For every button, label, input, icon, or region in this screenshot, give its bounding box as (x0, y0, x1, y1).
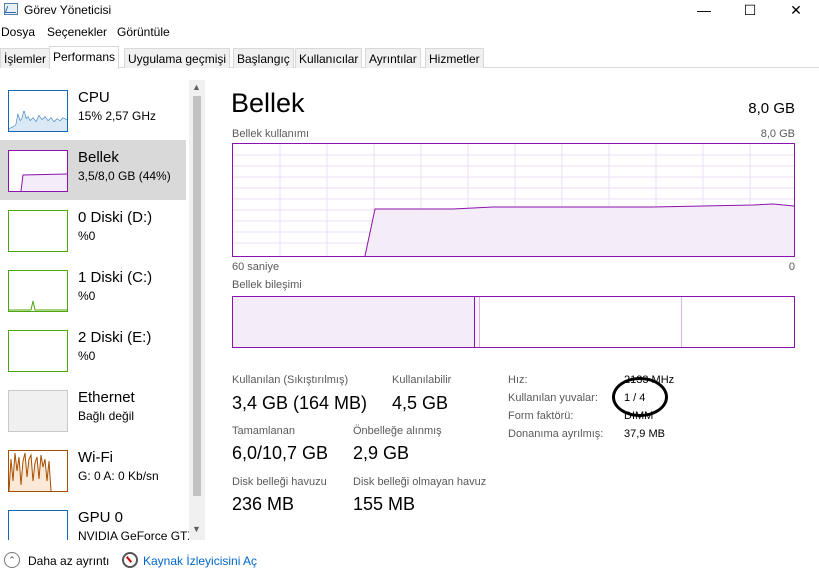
maximize-button[interactable]: ☐ (727, 0, 773, 20)
open-resource-monitor-link[interactable]: Kaynak İzleyicisini Aç (143, 554, 257, 568)
menu-view[interactable]: Görüntüle (117, 25, 170, 39)
sidebar-item-label: Wi-Fi (78, 449, 113, 466)
sidebar-item-sublabel: %0 (78, 229, 96, 243)
performance-sidebar: CPU 15% 2,57 GHz Bellek 3,5/8,0 GB (44%)… (0, 80, 205, 540)
disk-e-thumbnail-graph (8, 330, 68, 372)
committed-value: 6,0/10,7 GB (232, 443, 329, 463)
tab-performance[interactable]: Performans (49, 46, 120, 69)
sidebar-item-sublabel: Bağlı değil (78, 409, 135, 423)
memory-composition-bar (232, 296, 795, 348)
close-icon: ✕ (790, 1, 802, 18)
paged-pool-label: Disk belleği havuzu (232, 476, 327, 488)
sidebar-item-label: Bellek (78, 149, 119, 166)
menu-options[interactable]: Seçenekler (47, 25, 107, 39)
sidebar-item-label: 0 Diski (D:) (78, 209, 153, 226)
sidebar-item-gpu[interactable]: GPU 0 NVIDIA GeForce GTX (0, 500, 195, 540)
menu-file[interactable]: Dosya (1, 25, 35, 39)
memory-usage-graph-svg (233, 144, 795, 257)
ethernet-thumbnail-graph (8, 390, 68, 432)
tab-details[interactable]: Ayrıntılar (365, 48, 421, 68)
disk-c-thumbnail-graph (8, 270, 68, 312)
sidebar-item-label: 1 Diski (C:) (78, 269, 153, 286)
sidebar-item-disk-c[interactable]: 1 Diski (C:) %0 (0, 260, 186, 320)
tab-users[interactable]: Kullanıcılar (295, 48, 363, 68)
slots-label: Kullanılan yuvalar: (508, 392, 598, 404)
sidebar-item-sublabel: 15% 2,57 GHz (78, 109, 157, 123)
window-title: Görev Yöneticisi (24, 3, 112, 17)
sidebar-item-sublabel: 3,5/8,0 GB (44%) (78, 169, 171, 183)
cached-value: 2,9 GB (353, 443, 410, 463)
nonpaged-pool-value: 155 MB (353, 494, 416, 514)
sidebar-scrollbar[interactable]: ▲ ▼ (189, 80, 205, 540)
scrollbar-thumb[interactable] (193, 96, 201, 496)
less-details-button[interactable]: Daha az ayrıntı (28, 554, 109, 568)
sidebar-item-disk-d[interactable]: 0 Diski (D:) %0 (0, 200, 186, 260)
tab-startup[interactable]: Başlangıç (233, 48, 294, 68)
sidebar-item-wifi[interactable]: Wi-Fi G: 0 A: 0 Kb/sn (0, 440, 186, 500)
paged-pool-value: 236 MB (232, 494, 295, 514)
graph-time-left: 60 saniye (232, 261, 280, 273)
gpu-thumbnail-graph (8, 510, 68, 540)
nonpaged-pool-label: Disk belleği olmayan havuz (353, 476, 487, 488)
hardware-reserved-value: 37,9 MB (624, 428, 665, 440)
sidebar-item-sublabel: %0 (78, 349, 96, 363)
sidebar-item-ethernet[interactable]: Ethernet Bağlı değil (0, 380, 186, 440)
annotation-circle (612, 377, 668, 417)
composition-free[interactable] (682, 297, 794, 347)
cached-label: Önbelleğe alınmış (353, 425, 442, 437)
sidebar-item-sublabel: NVIDIA GeForce GTX (78, 529, 196, 540)
memory-total: 8,0 GB (748, 100, 795, 117)
sidebar-item-label: GPU 0 (78, 509, 124, 526)
sidebar-item-label: CPU (78, 89, 110, 106)
usage-graph-label: Bellek kullanımı (232, 128, 310, 140)
chevron-up-icon[interactable]: ⌃ (4, 552, 20, 568)
bottom-bar: ⌃ Daha az ayrıntı Kaynak İzleyicisini Aç (0, 548, 819, 576)
used-value: 3,4 GB (164 MB) (232, 393, 368, 413)
sidebar-item-label: Ethernet (78, 389, 135, 406)
tab-processes[interactable]: İşlemler (0, 48, 51, 68)
tab-app-history[interactable]: Uygulama geçmişi (124, 48, 231, 68)
used-label: Kullanılan (Sıkıştırılmış) (232, 374, 349, 386)
hardware-reserved-label: Donanıma ayrılmış: (508, 428, 604, 440)
tab-services[interactable]: Hizmetler (425, 48, 484, 68)
cpu-thumbnail-graph (8, 90, 68, 132)
speed-label: Hız: (508, 374, 528, 386)
wifi-thumbnail-graph (8, 450, 68, 492)
committed-label: Tamamlanan (232, 425, 295, 437)
scroll-up-icon[interactable]: ▲ (192, 82, 201, 92)
disk-d-thumbnail-graph (8, 210, 68, 252)
composition-label: Bellek bileşimi (232, 279, 302, 291)
form-factor-label: Form faktörü: (508, 410, 574, 422)
memory-usage-graph (232, 143, 795, 257)
composition-in-use[interactable] (233, 297, 475, 347)
close-button[interactable]: ✕ (773, 0, 819, 20)
sidebar-item-disk-e[interactable]: 2 Diski (E:) %0 (0, 320, 186, 380)
scroll-down-icon[interactable]: ▼ (192, 524, 201, 534)
sidebar-item-sublabel: G: 0 A: 0 Kb/sn (78, 469, 159, 483)
minimize-icon: — (697, 2, 711, 18)
tab-bar: İşlemler Performans Uygulama geçmişi Baş… (0, 46, 819, 69)
minimize-button[interactable]: — (681, 0, 727, 20)
available-value: 4,5 GB (392, 393, 449, 413)
maximize-icon: ☐ (743, 1, 757, 18)
available-label: Kullanılabilir (392, 374, 452, 386)
page-title: Bellek (231, 88, 305, 118)
resource-monitor-icon (122, 552, 138, 568)
graph-time-right: 0 (788, 261, 795, 273)
sidebar-item-label: 2 Diski (E:) (78, 329, 152, 346)
composition-standby[interactable] (480, 297, 682, 347)
title-bar: Görev Yöneticisi — ☐ ✕ (0, 0, 819, 20)
sidebar-item-sublabel: %0 (78, 289, 96, 303)
sidebar-item-memory[interactable]: Bellek 3,5/8,0 GB (44%) (0, 140, 186, 200)
usage-graph-max: 8,0 GB (760, 128, 795, 140)
sidebar-item-cpu[interactable]: CPU 15% 2,57 GHz (0, 80, 186, 140)
memory-thumbnail-graph (8, 150, 68, 192)
task-manager-icon (4, 3, 18, 15)
